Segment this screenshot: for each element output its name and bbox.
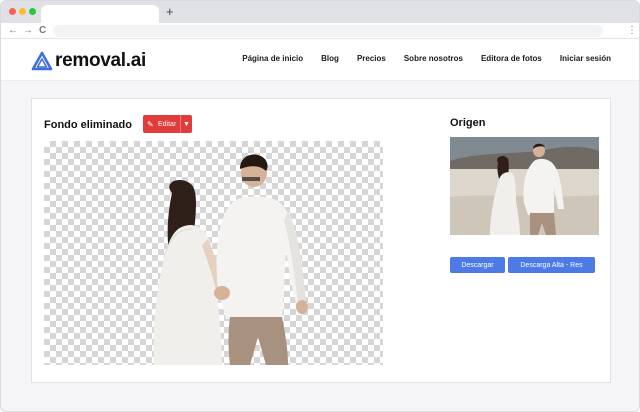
menu-item-login[interactable]: Iniciar sesión (560, 54, 611, 63)
browser-window: + ← → C ⋮ removal.ai Página de inicio Bl… (0, 0, 640, 412)
result-card: Fondo eliminado ✎ Editar ▼ Origen Descar… (31, 98, 611, 383)
close-window-button[interactable] (9, 8, 16, 15)
download-button[interactable]: Descargar (450, 257, 505, 273)
menu-item-home[interactable]: Página de inicio (242, 54, 303, 63)
browser-tab[interactable] (41, 5, 159, 23)
original-photo (450, 137, 599, 235)
origin-title: Origen (450, 117, 486, 129)
address-input[interactable] (53, 25, 603, 37)
address-bar-row: ← → C ⋮ (1, 23, 639, 39)
reload-icon[interactable]: C (39, 24, 46, 38)
logo[interactable]: removal.ai (31, 50, 146, 72)
main-menu: Página de inicio Blog Precios Sobre noso… (242, 54, 611, 63)
minimize-window-button[interactable] (19, 8, 26, 15)
menu-item-pricing[interactable]: Precios (357, 54, 386, 63)
result-image (44, 141, 383, 365)
edit-button[interactable]: ✎ Editar ▼ (143, 115, 192, 133)
download-hires-button[interactable]: Descarga Alta - Res (508, 257, 595, 273)
menu-item-about[interactable]: Sobre nosotros (404, 54, 463, 63)
edit-label: Editar (158, 120, 177, 128)
result-title: Fondo eliminado (44, 119, 132, 131)
back-icon[interactable]: ← (8, 24, 18, 38)
site-header: removal.ai Página de inicio Blog Precios… (1, 39, 639, 81)
pencil-icon: ✎ (147, 119, 154, 129)
triangle-a-icon (31, 51, 53, 71)
couple-cutout-image (153, 154, 308, 365)
tab-bar: + (1, 1, 639, 23)
maximize-window-button[interactable] (29, 8, 36, 15)
origin-image (450, 137, 599, 235)
forward-icon[interactable]: → (23, 24, 33, 38)
logo-text: removal.ai (55, 50, 146, 71)
chevron-down-icon[interactable]: ▼ (180, 115, 192, 133)
menu-item-photo-editor[interactable]: Editora de fotos (481, 54, 542, 63)
menu-item-blog[interactable]: Blog (321, 54, 339, 63)
browser-menu-icon[interactable]: ⋮ (627, 24, 637, 38)
new-tab-button[interactable]: + (166, 4, 174, 20)
